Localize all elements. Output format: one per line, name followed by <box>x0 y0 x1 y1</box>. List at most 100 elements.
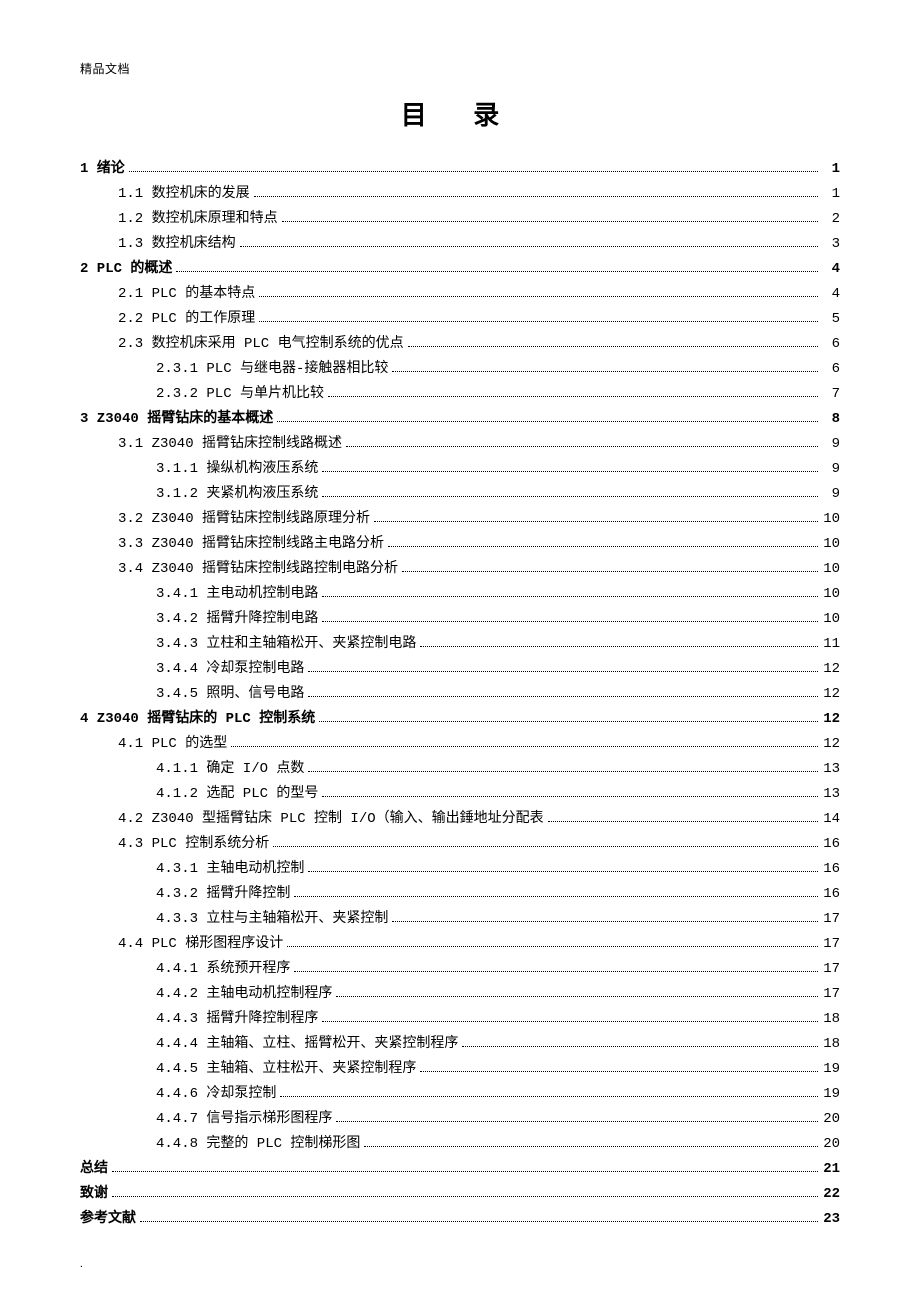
toc-leader-dots <box>112 1159 818 1172</box>
toc-entry: 4.4.7 信号指示梯形图程序20 <box>80 1109 840 1130</box>
toc-entry: 4.3 PLC 控制系统分析16 <box>80 834 840 855</box>
toc-leader-dots <box>308 759 818 772</box>
toc-page-number: 13 <box>822 759 840 780</box>
toc-leader-dots <box>392 359 818 372</box>
toc-label: 3.4.3 立柱和主轴箱松开、夹紧控制电路 <box>156 634 416 655</box>
toc-entry: 4.3.1 主轴电动机控制 16 <box>80 859 840 880</box>
toc-entry: 4.4.8 完整的 PLC 控制梯形图20 <box>80 1134 840 1155</box>
toc-page-number: 10 <box>822 584 840 605</box>
toc-page-number: 16 <box>822 859 840 880</box>
toc-entry: 致谢 22 <box>80 1184 840 1205</box>
toc-leader-dots <box>322 609 818 622</box>
toc-entry: 总结 21 <box>80 1159 840 1180</box>
toc-page-number: 21 <box>822 1159 840 1180</box>
toc-entry: 4.2 Z3040 型摇臂钻床 PLC 控制 I/O（输入、输出錘地址分配表14 <box>80 809 840 830</box>
toc-label: 3.4.4 冷却泵控制电路 <box>156 659 304 680</box>
toc-page-number: 16 <box>822 834 840 855</box>
toc-leader-dots <box>294 959 818 972</box>
toc-page-number: 12 <box>822 734 840 755</box>
toc-page-number: 1 <box>822 184 840 205</box>
toc-page-number: 17 <box>822 984 840 1005</box>
toc-entry: 4.4.3 摇臂升降控制程序18 <box>80 1009 840 1030</box>
toc-entry: 3 Z3040 摇臂钻床的基本概述 8 <box>80 409 840 430</box>
toc-page-number: 4 <box>822 259 840 280</box>
toc-entry: 3.2 Z3040 摇臂钻床控制线路原理分析10 <box>80 509 840 530</box>
toc-page-number: 7 <box>822 384 840 405</box>
toc-page-number: 13 <box>822 784 840 805</box>
toc-leader-dots <box>420 1059 818 1072</box>
toc-leader-dots <box>336 984 818 997</box>
toc-label: 4 Z3040 摇臂钻床的 PLC 控制系统 <box>80 709 315 730</box>
toc-leader-dots <box>462 1034 818 1047</box>
page-title: 目 录 <box>80 96 840 135</box>
toc-entry: 1.2 数控机床原理和特点2 <box>80 209 840 230</box>
toc-page-number: 19 <box>822 1059 840 1080</box>
toc-page-number: 22 <box>822 1184 840 1205</box>
toc-entry: 4 Z3040 摇臂钻床的 PLC 控制系统 12 <box>80 709 840 730</box>
toc-page-number: 14 <box>822 809 840 830</box>
toc-label: 4.4 PLC 梯形图程序设计 <box>118 934 283 955</box>
toc-entry: 3.3 Z3040 摇臂钻床控制线路主电路分析10 <box>80 534 840 555</box>
toc-label: 3.1 Z3040 摇臂钻床控制线路概述 <box>118 434 342 455</box>
toc-page-number: 11 <box>822 634 840 655</box>
toc-label: 1.1 数控机床的发展 <box>118 184 250 205</box>
toc-entry: 4.4.1 系统预开程序17 <box>80 959 840 980</box>
toc-entry: 3.1.1 操纵机构液压系统 9 <box>80 459 840 480</box>
toc-page-number: 19 <box>822 1084 840 1105</box>
toc-label: 参考文献 <box>80 1209 136 1230</box>
toc-label: 3.4.5 照明、信号电路 <box>156 684 304 705</box>
toc-leader-dots <box>287 934 818 947</box>
toc-label: 4.4.5 主轴箱、立柱松开、夹紧控制程序 <box>156 1059 416 1080</box>
header-note: 精品文档 <box>80 60 840 78</box>
toc-label: 4.4.7 信号指示梯形图程序 <box>156 1109 332 1130</box>
toc-label: 3.1.2 夹紧机构液压系统 <box>156 484 318 505</box>
toc-leader-dots <box>322 459 818 472</box>
toc-entry: 3.4 Z3040 摇臂钻床控制线路控制电路分析10 <box>80 559 840 580</box>
toc-label: 3.4.2 摇臂升降控制电路 <box>156 609 318 630</box>
toc-entry: 3.4.5 照明、信号电路12 <box>80 684 840 705</box>
toc-label: 4.3.1 主轴电动机控制 <box>156 859 304 880</box>
toc-label: 2.3 数控机床采用 PLC 电气控制系统的优点 <box>118 334 404 355</box>
toc-label: 4.4.4 主轴箱、立柱、摇臂松开、夹紧控制程序 <box>156 1034 458 1055</box>
toc-entry: 4.1.1 确定 I/O 点数13 <box>80 759 840 780</box>
toc-page-number: 8 <box>822 409 840 430</box>
toc-leader-dots <box>140 1209 818 1222</box>
toc-page-number: 9 <box>822 459 840 480</box>
toc-page-number: 2 <box>822 209 840 230</box>
toc-label: 3 Z3040 摇臂钻床的基本概述 <box>80 409 273 430</box>
toc-page-number: 18 <box>822 1034 840 1055</box>
toc-label: 3.4 Z3040 摇臂钻床控制线路控制电路分析 <box>118 559 398 580</box>
toc-entry: 3.4.1 主电动机控制电路 10 <box>80 584 840 605</box>
toc-leader-dots <box>388 534 818 547</box>
toc-label: 总结 <box>80 1159 108 1180</box>
toc-leader-dots <box>322 1009 818 1022</box>
toc-page-number: 12 <box>822 659 840 680</box>
toc-label: 致谢 <box>80 1184 108 1205</box>
toc-page-number: 9 <box>822 484 840 505</box>
toc-entry: 4.4.2 主轴电动机控制程序17 <box>80 984 840 1005</box>
toc-entry: 3.1 Z3040 摇臂钻床控制线路概述9 <box>80 434 840 455</box>
toc-leader-dots <box>294 884 818 897</box>
toc-page-number: 17 <box>822 934 840 955</box>
toc-entry: 2.2 PLC 的工作原理5 <box>80 309 840 330</box>
toc-page-number: 4 <box>822 284 840 305</box>
toc-label: 3.4.1 主电动机控制电路 <box>156 584 318 605</box>
toc-leader-dots <box>176 259 818 272</box>
toc-leader-dots <box>112 1184 818 1197</box>
toc-label: 4.4.6 冷却泵控制 <box>156 1084 276 1105</box>
toc-page-number: 17 <box>822 959 840 980</box>
toc-entry: 4.1.2 选配 PLC 的型号13 <box>80 784 840 805</box>
toc-leader-dots <box>402 559 818 572</box>
toc-leader-dots <box>322 784 818 797</box>
toc-leader-dots <box>240 234 818 247</box>
toc-label: 3.1.1 操纵机构液压系统 <box>156 459 318 480</box>
toc-label: 4.3.3 立柱与主轴箱松开、夹紧控制 <box>156 909 388 930</box>
toc-page-number: 20 <box>822 1134 840 1155</box>
toc-leader-dots <box>328 384 818 397</box>
toc-leader-dots <box>408 334 818 347</box>
toc-leader-dots <box>420 634 818 647</box>
toc-page-number: 1 <box>822 159 840 180</box>
toc-page-number: 12 <box>822 709 840 730</box>
toc-leader-dots <box>392 909 818 922</box>
toc-page-number: 5 <box>822 309 840 330</box>
